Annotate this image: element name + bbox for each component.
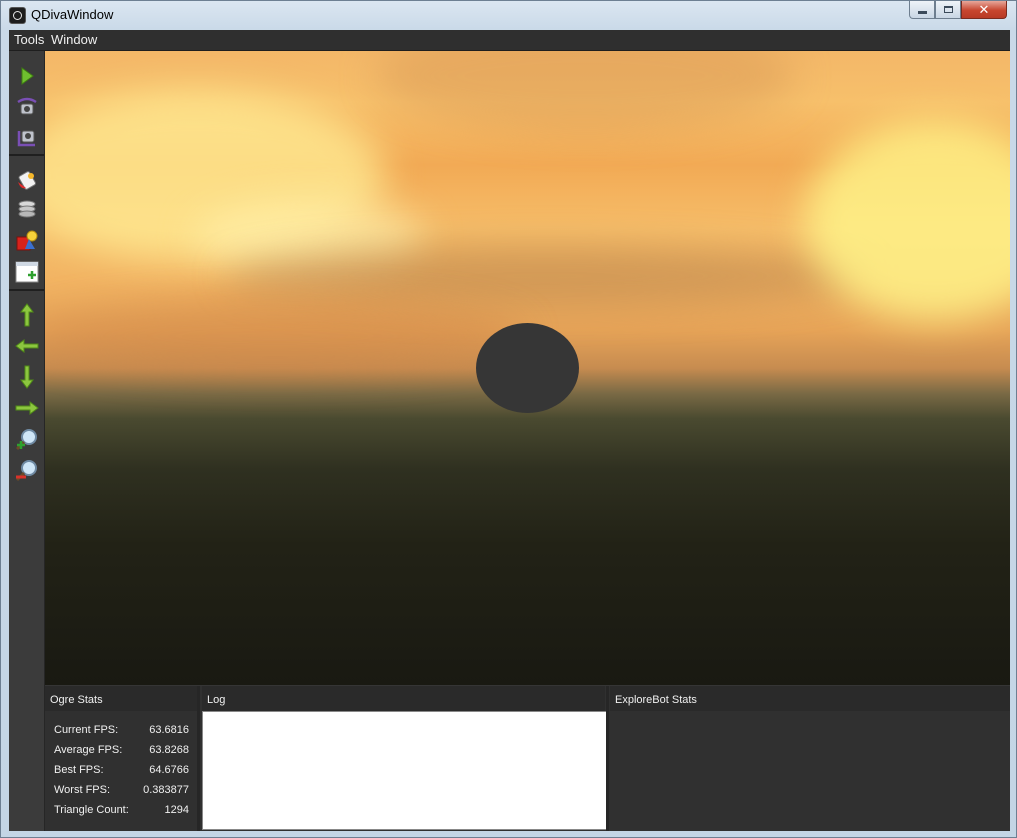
- zoom-out-button[interactable]: [14, 458, 40, 484]
- shape-light-icon: [16, 230, 38, 251]
- move-right-button[interactable]: [14, 395, 40, 421]
- sky-cloud: [375, 51, 795, 131]
- menu-window[interactable]: Window: [51, 32, 97, 47]
- play-button[interactable]: [14, 63, 40, 89]
- close-button[interactable]: ✕: [961, 1, 1007, 19]
- log-textarea[interactable]: [202, 711, 607, 830]
- add-panel-button[interactable]: [14, 259, 40, 285]
- stat-value: 63.6816: [149, 724, 189, 736]
- arrow-right-icon: [15, 401, 39, 415]
- camera-rotate-icon: [17, 97, 37, 115]
- toolbar-separator: [9, 289, 44, 291]
- app-icon[interactable]: [9, 7, 26, 24]
- arrow-left-icon: [15, 339, 39, 353]
- zoom-out-icon: [15, 460, 37, 482]
- maximize-icon: [943, 6, 953, 13]
- stat-triangle-count: Triangle Count: 1294: [54, 801, 189, 821]
- ogre-stats-title: Ogre Stats: [50, 694, 103, 706]
- close-icon: ✕: [978, 1, 990, 17]
- stat-label: Worst FPS:: [54, 784, 111, 796]
- shape-light-button[interactable]: [14, 228, 40, 254]
- arrow-up-icon: [20, 303, 34, 327]
- panel-splitter[interactable]: [606, 686, 609, 831]
- log-header: [202, 686, 605, 711]
- disk-stack-icon: [18, 200, 36, 218]
- zoom-in-button[interactable]: [14, 427, 40, 453]
- render-viewport[interactable]: [45, 51, 1010, 685]
- stat-label: Current FPS:: [54, 724, 119, 736]
- toolbar-separator: [9, 154, 44, 156]
- window-controls: ✕: [909, 1, 1007, 20]
- ogre-stats-table: Current FPS: 63.6816 Average FPS: 63.826…: [54, 721, 189, 821]
- panel-splitter[interactable]: [197, 686, 200, 831]
- menu-bar: Tools Window: [9, 30, 1010, 51]
- sphere-object[interactable]: [476, 323, 579, 413]
- move-left-button[interactable]: [14, 333, 40, 359]
- window-title: QDivaWindow: [31, 7, 114, 22]
- window-frame: QDivaWindow ✕ Tools Window Ogre Stats Cu…: [0, 0, 1017, 838]
- bottom-panels: Ogre Stats Current FPS: 63.6816 Average …: [45, 686, 1010, 831]
- client-area: Tools Window Ogre Stats Current FPS: 63.…: [9, 30, 1010, 831]
- sky-cloud: [225, 246, 865, 306]
- stat-label: Average FPS:: [54, 744, 123, 756]
- stat-value: 1294: [164, 804, 189, 816]
- log-title: Log: [207, 694, 226, 706]
- zoom-in-icon: [15, 429, 37, 451]
- sky-cloud: [805, 121, 1010, 321]
- minimize-icon: [917, 11, 927, 14]
- stat-value: 63.8268: [149, 744, 189, 756]
- stat-average-fps: Average FPS: 63.8268: [54, 741, 189, 761]
- minimize-button[interactable]: [909, 1, 935, 19]
- sky-cloud: [45, 301, 525, 371]
- stat-value: 0.383877: [143, 784, 189, 796]
- stat-value: 64.6766: [149, 764, 189, 776]
- add-panel-icon: [15, 261, 39, 283]
- camera-reset-icon: [17, 130, 35, 147]
- stat-best-fps: Best FPS: 64.6766: [54, 761, 189, 781]
- stat-current-fps: Current FPS: 63.6816: [54, 721, 189, 741]
- stat-worst-fps: Worst FPS: 0.383877: [54, 781, 189, 801]
- camera-rotate-button[interactable]: [14, 94, 40, 120]
- explorebot-stats-title: ExploreBot Stats: [615, 694, 697, 706]
- stat-label: Best FPS:: [54, 764, 104, 776]
- arrow-down-icon: [20, 365, 34, 389]
- paint-button[interactable]: [14, 167, 40, 193]
- move-up-button[interactable]: [14, 302, 40, 328]
- menu-tools[interactable]: Tools: [14, 32, 44, 47]
- paint-bucket-icon: [18, 171, 36, 190]
- move-down-button[interactable]: [14, 364, 40, 390]
- stat-label: Triangle Count:: [54, 804, 129, 816]
- maximize-button[interactable]: [935, 1, 961, 19]
- title-bar[interactable]: QDivaWindow ✕: [1, 1, 1016, 29]
- camera-reset-button[interactable]: [14, 125, 40, 151]
- disk-stack-button[interactable]: [14, 197, 40, 223]
- play-icon: [21, 67, 34, 85]
- side-toolbar: [9, 51, 45, 831]
